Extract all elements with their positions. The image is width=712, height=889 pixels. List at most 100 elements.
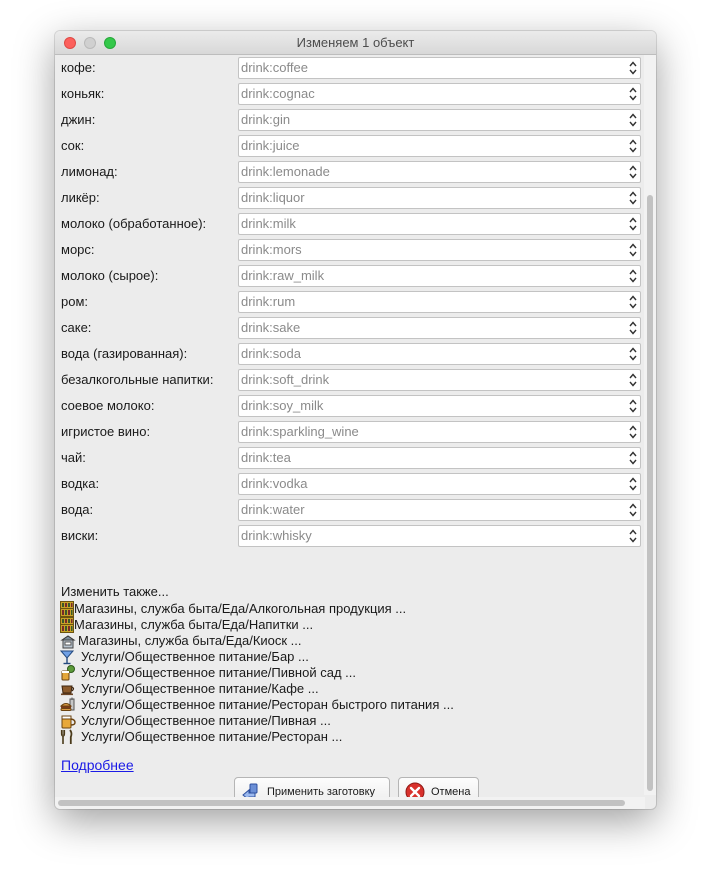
tag-value-combo[interactable]: drink:soft_drink [238,369,641,391]
tag-value-text[interactable]: drink:soft_drink [241,372,329,387]
tag-value-text[interactable]: drink:mors [241,242,302,257]
tag-label: лимонад: [61,164,118,179]
tag-row: ром: drink:rum [55,289,645,315]
preset-item[interactable]: Услуги/Общественное питание/Пивная ... [60,713,620,729]
combo-arrows-icon[interactable] [626,188,640,208]
tag-value-text[interactable]: drink:juice [241,138,300,153]
tag-value-combo[interactable]: drink:rum [238,291,641,313]
combo-arrows-icon[interactable] [626,214,640,234]
tag-row: вода (газированная): drink:soda [55,341,645,367]
tag-label: водка: [61,476,100,491]
tag-row: игристое вино: drink:sparkling_wine [55,419,645,445]
tag-value-combo[interactable]: drink:gin [238,109,641,131]
dialog-content: кофе: drink:coffee коньяк: drink:cognac джин… [55,55,656,809]
tag-value-combo[interactable]: drink:coffee [238,57,641,79]
vertical-scrollbar-thumb[interactable] [647,195,653,791]
combo-arrows-icon[interactable] [626,344,640,364]
combo-arrows-icon[interactable] [626,448,640,468]
tag-label: морс: [61,242,95,257]
combo-arrows-icon[interactable] [626,474,640,494]
tag-value-combo[interactable]: drink:sake [238,317,641,339]
combo-arrows-icon[interactable] [626,292,640,312]
kiosk-icon [60,633,76,649]
tag-value-text[interactable]: drink:raw_milk [241,268,324,283]
combo-arrows-icon[interactable] [626,110,640,130]
combo-arrows-icon[interactable] [626,370,640,390]
tag-value-combo[interactable]: drink:lemonade [238,161,641,183]
tag-value-text[interactable]: drink:sake [241,320,300,335]
tag-value-combo[interactable]: drink:soy_milk [238,395,641,417]
more-details-link[interactable]: Подробнее [61,757,134,773]
beer-mug-icon [60,713,76,729]
tag-value-combo[interactable]: drink:vodka [238,473,641,495]
tag-value-text[interactable]: drink:rum [241,294,295,309]
tag-label: коньяк: [61,86,105,101]
tag-value-text[interactable]: drink:sparkling_wine [241,424,359,439]
tag-value-combo[interactable]: drink:milk [238,213,641,235]
tag-value-combo[interactable]: drink:whisky [238,525,641,547]
tag-value-combo[interactable]: drink:liquor [238,187,641,209]
preset-item-label[interactable]: Услуги/Общественное питание/Пивная ... [81,713,331,729]
preset-item-label[interactable]: Услуги/Общественное питание/Ресторан быс… [81,697,454,713]
tag-value-text[interactable]: drink:lemonade [241,164,330,179]
preset-item-label[interactable]: Услуги/Общественное питание/Бар ... [81,649,309,665]
tag-value-text[interactable]: drink:milk [241,216,296,231]
preset-item-label[interactable]: Магазины, служба быта/Еда/Киоск ... [78,633,302,649]
preset-item[interactable]: Магазины, служба быта/Еда/Напитки ... [60,617,620,633]
combo-arrows-icon[interactable] [626,396,640,416]
tag-label: кофе: [61,60,96,75]
preset-item[interactable]: Услуги/Общественное питание/Бар ... [60,649,620,665]
preset-dialog-window: Изменяем 1 объект кофе: drink:coffee конья… [55,31,656,809]
combo-arrows-icon[interactable] [626,422,640,442]
tag-value-combo[interactable]: drink:sparkling_wine [238,421,641,443]
tag-value-combo[interactable]: drink:water [238,499,641,521]
combo-arrows-icon[interactable] [626,84,640,104]
tag-value-text[interactable]: drink:soy_milk [241,398,323,413]
tag-value-combo[interactable]: drink:cognac [238,83,641,105]
preset-item[interactable]: Магазины, служба быта/Еда/Киоск ... [60,633,620,649]
horizontal-scrollbar-thumb[interactable] [58,800,625,806]
preset-item[interactable]: Услуги/Общественное питание/Ресторан ... [60,729,620,745]
combo-arrows-icon[interactable] [626,58,640,78]
combo-arrows-icon[interactable] [626,500,640,520]
tag-value-text[interactable]: drink:liquor [241,190,305,205]
tag-value-text[interactable]: drink:coffee [241,60,308,75]
combo-arrows-icon[interactable] [626,240,640,260]
combo-arrows-icon[interactable] [626,266,640,286]
preset-item-label[interactable]: Магазины, служба быта/Еда/Напитки ... [74,617,313,633]
tag-row: чай: drink:tea [55,445,645,471]
combo-arrows-icon[interactable] [626,526,640,546]
window-title: Изменяем 1 объект [296,35,415,50]
tag-value-combo[interactable]: drink:raw_milk [238,265,641,287]
preset-item[interactable]: Услуги/Общественное питание/Пивной сад .… [60,665,620,681]
tag-value-combo[interactable]: drink:tea [238,447,641,469]
preset-item-label[interactable]: Услуги/Общественное питание/Ресторан ... [81,729,342,745]
preset-item-label[interactable]: Магазины, служба быта/Еда/Алкогольная пр… [74,601,406,617]
preset-item-label[interactable]: Услуги/Общественное питание/Кафе ... [81,681,319,697]
preset-item[interactable]: Магазины, служба быта/Еда/Алкогольная пр… [60,601,620,617]
tag-value-text[interactable]: drink:water [241,502,305,517]
tag-row: морс: drink:mors [55,237,645,263]
beer-garden-icon [60,665,76,681]
combo-arrows-icon[interactable] [626,136,640,156]
tag-row: водка: drink:vodka [55,471,645,497]
tag-value-text[interactable]: drink:whisky [241,528,312,543]
tag-label: соевое молоко: [61,398,155,413]
preset-item[interactable]: Услуги/Общественное питание/Ресторан быс… [60,697,620,713]
combo-arrows-icon[interactable] [626,318,640,338]
tag-value-combo[interactable]: drink:mors [238,239,641,261]
tag-value-text[interactable]: drink:soda [241,346,301,361]
combo-arrows-icon[interactable] [626,162,640,182]
tag-value-text[interactable]: drink:gin [241,112,290,127]
tag-value-text[interactable]: drink:tea [241,450,291,465]
preset-item-label[interactable]: Услуги/Общественное питание/Пивной сад .… [81,665,356,681]
tag-value-combo[interactable]: drink:juice [238,135,641,157]
tag-value-text[interactable]: drink:cognac [241,86,315,101]
tag-label: сок: [61,138,85,153]
tag-value-text[interactable]: drink:vodka [241,476,307,491]
preset-item[interactable]: Услуги/Общественное питание/Кафе ... [60,681,620,697]
tag-row: коньяк: drink:cognac [55,81,645,107]
tag-value-combo[interactable]: drink:soda [238,343,641,365]
tag-label: игристое вино: [61,424,151,439]
tag-row: сок: drink:juice [55,133,645,159]
